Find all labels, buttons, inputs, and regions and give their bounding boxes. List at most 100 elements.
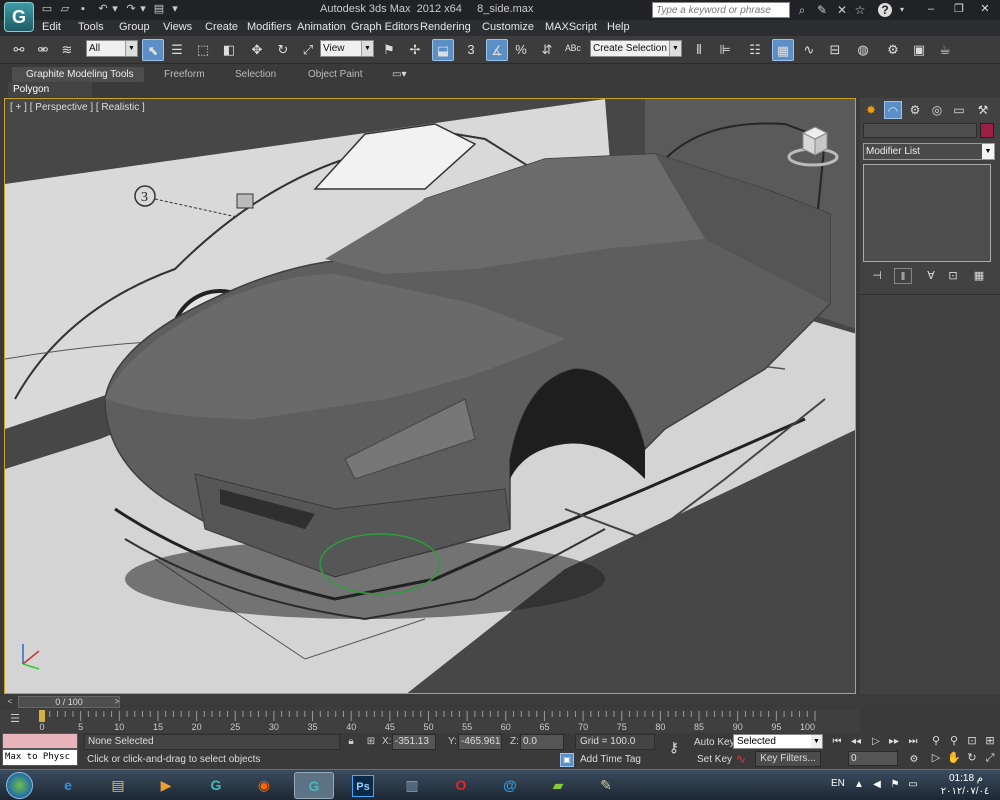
media-player-icon[interactable]: ▶ — [146, 772, 186, 799]
menu-customize[interactable]: Customize — [482, 21, 534, 33]
percent-snap-icon[interactable]: % — [510, 39, 532, 61]
unlink-selection-icon[interactable]: ⚮ — [32, 39, 54, 61]
book-app-icon[interactable]: ▥ — [392, 772, 432, 799]
reference-coordinate-dropdown[interactable]: View ▼ — [320, 40, 374, 57]
viewport-label-menu[interactable]: [ + ] [ Perspective ] [ Realistic ] — [10, 102, 145, 113]
add-time-tag-icon[interactable]: ▣ — [560, 753, 574, 767]
search-field[interactable] — [652, 2, 790, 18]
orbit-icon[interactable]: ↻ — [964, 751, 980, 766]
modifier-stack[interactable] — [863, 164, 991, 262]
select-object-icon[interactable]: ⬉ — [142, 39, 164, 61]
clock-date[interactable]: ٢٠١٢/٠٧/٠٤ — [934, 786, 996, 797]
restore-button[interactable]: ❐ — [946, 0, 972, 18]
time-slider-next-icon[interactable]: > — [112, 696, 122, 708]
current-frame-field[interactable]: 0 — [848, 751, 898, 766]
motion-tab-icon[interactable]: ◎ — [928, 101, 946, 119]
maxscript-listener-pink[interactable] — [2, 733, 78, 749]
go-to-end-icon[interactable]: ⏭ — [905, 734, 921, 749]
3ds-max-active-window-icon[interactable]: G — [294, 772, 334, 799]
redo-dropdown-icon[interactable]: ▾ — [136, 3, 150, 16]
make-unique-icon[interactable]: ∀ — [922, 268, 940, 284]
tab-freeform[interactable]: Freeform — [164, 67, 205, 82]
snaps-toggle-icon[interactable]: 3 — [460, 39, 482, 61]
application-menu-button[interactable]: G — [4, 2, 34, 32]
paint-app-icon[interactable]: ✎ — [586, 772, 626, 799]
keyboard-shortcut-override-icon[interactable]: ⬓ — [432, 39, 454, 61]
help-icon[interactable]: ? — [878, 3, 892, 17]
menu-modifiers[interactable]: Modifiers — [247, 21, 292, 33]
internet-explorer-icon[interactable]: e — [48, 772, 88, 799]
mirror-icon[interactable]: ⫴ — [688, 39, 710, 61]
zoom-extents-all-icon[interactable]: ⊞ — [982, 734, 998, 749]
show-end-result-icon[interactable]: ǁ — [894, 268, 912, 284]
angle-snap-icon[interactable]: ∡ — [486, 39, 508, 61]
set-keys-key-icon[interactable]: ⚷ — [662, 739, 686, 755]
edit-named-selection-icon[interactable]: ᴬᴮᶜ — [562, 39, 584, 61]
utilities-tab-icon[interactable]: ⚒ — [974, 101, 992, 119]
menu-maxscript[interactable]: MAXScript — [545, 21, 597, 33]
favorites-star-icon[interactable]: ☆ — [852, 3, 868, 17]
action-center-icon[interactable]: ⚑ — [888, 778, 902, 792]
start-button[interactable] — [6, 772, 33, 799]
zoom-icon[interactable]: ⚲ — [928, 734, 944, 749]
tab-graphite-modeling-tools[interactable]: Graphite Modeling Tools — [12, 67, 144, 82]
display-tab-icon[interactable]: ▭ — [950, 101, 968, 119]
menu-create[interactable]: Create — [205, 21, 238, 33]
set-key-curve-icon[interactable]: ∿ — [736, 752, 746, 766]
spinner-snap-icon[interactable]: ⇵ — [536, 39, 558, 61]
zoom-extents-icon[interactable]: ⊡ — [964, 734, 980, 749]
y-coordinate-field[interactable]: -465.961 — [458, 734, 502, 750]
track-bar[interactable]: ☰ 0 5 10 15 20 25 30 35 40 45 50 55 60 65 70 75 80 85 90 95… — [0, 709, 860, 733]
menu-rendering[interactable]: Rendering — [420, 21, 471, 33]
minimize-button[interactable]: – — [918, 0, 944, 18]
time-slider[interactable]: < 0 / 100 > — [0, 695, 1000, 709]
curve-editor-icon[interactable]: ∿ — [798, 39, 820, 61]
render-production-icon[interactable]: ☕ — [934, 39, 956, 61]
time-slider-prev-icon[interactable]: < — [4, 696, 16, 708]
windows-explorer-icon[interactable]: ▤ — [98, 772, 138, 799]
absolute-mode-icon[interactable]: ⊞ — [364, 735, 378, 749]
schematic-view-icon[interactable]: ⊟ — [824, 39, 846, 61]
material-editor-icon[interactable]: ◍ — [852, 39, 874, 61]
menu-group[interactable]: Group — [119, 21, 150, 33]
menu-help[interactable]: Help — [607, 21, 630, 33]
selection-lock-icon[interactable]: 🔒︎ — [344, 735, 358, 749]
bind-to-space-warp-icon[interactable]: ≋ — [56, 39, 78, 61]
graphite-toggle-icon[interactable]: ▦ — [772, 39, 794, 61]
time-slider-thumb[interactable]: 0 / 100 — [18, 696, 120, 708]
auto-key-button[interactable]: Auto Key — [694, 737, 735, 748]
time-configuration-icon[interactable]: ⚙ — [906, 752, 922, 767]
maxscript-mini-listener[interactable]: Max to Physc — [2, 749, 78, 766]
set-key-button[interactable]: Set Key — [697, 754, 732, 765]
select-and-scale-icon[interactable]: ⤢ — [297, 39, 319, 61]
folder-app-icon[interactable]: ▰ — [538, 772, 578, 799]
save-file-icon[interactable]: ▪ — [76, 3, 90, 16]
new-file-icon[interactable]: ▭ — [40, 3, 54, 16]
network-icon[interactable]: ▭ — [906, 778, 920, 792]
firefox-icon[interactable]: ◉ — [244, 772, 284, 799]
close-button[interactable]: ✕ — [972, 0, 998, 18]
pivot-center-icon[interactable]: ⚑ — [378, 39, 400, 61]
viewcube[interactable] — [785, 123, 841, 167]
search-binoculars-icon[interactable]: ⌕ — [794, 3, 810, 17]
go-to-start-icon[interactable]: ⏮ — [829, 734, 845, 749]
tab-selection[interactable]: Selection — [235, 67, 276, 82]
create-tab-icon[interactable]: ✸ — [862, 101, 880, 119]
select-and-link-icon[interactable]: ⚯ — [8, 39, 30, 61]
volume-icon[interactable]: ◀ — [870, 778, 884, 792]
menu-edit[interactable]: Edit — [42, 21, 61, 33]
panel-polygon-modeling[interactable]: Polygon Modeling — [8, 82, 92, 110]
next-frame-icon[interactable]: ▸▸ — [886, 734, 902, 749]
menu-graph-editors[interactable]: Graph Editors — [351, 21, 419, 33]
search-input[interactable] — [653, 3, 789, 17]
render-setup-icon[interactable]: ⚙ — [882, 39, 904, 61]
undo-dropdown-icon[interactable]: ▾ — [108, 3, 122, 16]
layer-manager-icon[interactable]: ☷ — [744, 39, 766, 61]
ribbon-options-icon[interactable]: ▭▾ — [392, 67, 406, 82]
object-color-swatch[interactable] — [980, 123, 994, 138]
zoom-all-icon[interactable]: ⚲ — [946, 734, 962, 749]
window-crossing-icon[interactable]: ◧ — [218, 39, 240, 61]
tab-object-paint[interactable]: Object Paint — [308, 67, 362, 82]
configure-modifier-sets-icon[interactable]: ▦ — [970, 268, 988, 284]
perspective-viewport[interactable]: 3 [ + ] [ Perspective ] [ Realistic ] — [4, 98, 856, 694]
